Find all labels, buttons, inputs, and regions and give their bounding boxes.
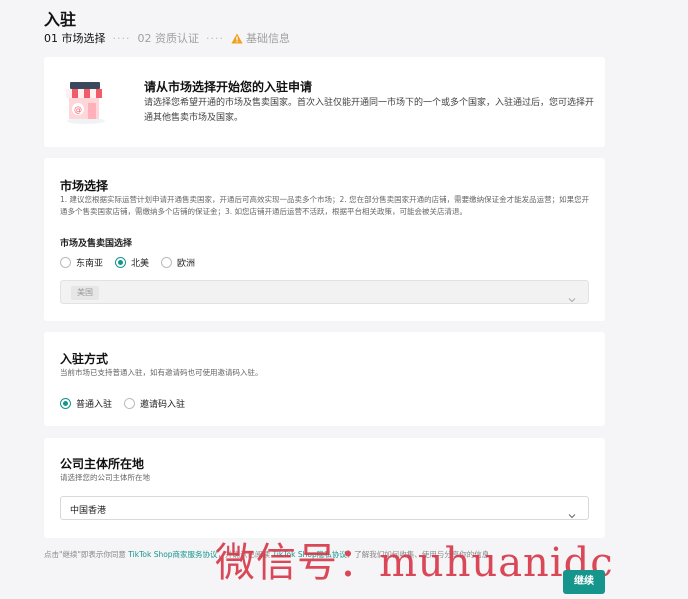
page: 入驻 01 市场选择 ···· 02 资质认证 ···· 基础信息 @ 请从市场… [0,0,688,599]
market-card: 市场选择 1. 建议您根据实际运营计划申请开通售卖国家，开通后可高效实现一品卖多… [44,158,605,321]
radio-circle-selected[interactable] [60,398,71,409]
radio-circle-selected[interactable] [115,257,127,268]
warning-icon [231,33,243,44]
company-description: 请选择您的公司主体所在地 [60,473,150,482]
intro-description: 请选择您希望开通的市场及售卖国家。首次入驻仅能开通同一市场下的一个或多个国家，入… [144,98,595,123]
country-select: 美国 [60,280,589,304]
radio-label: 邀请码入驻 [140,400,186,410]
country-tag: 美国 [71,286,99,300]
market-description: 1. 建议您根据实际运营计划申请开通售卖国家，开通后可高效实现一品卖多个市场；2… [60,195,590,216]
page-header: 入驻 [44,6,76,30]
radio-circle[interactable] [60,257,71,268]
radio-circle[interactable] [161,257,173,268]
chevron-down-icon [568,289,576,303]
watermark-text: 微信号：muhuanidc [215,540,614,586]
page-title: 入驻 [44,10,77,29]
step-basic-info: 基础信息 [246,32,290,45]
storefront-icon: @ [64,79,108,125]
step-market: 01 市场选择 [44,32,106,45]
radio-invite-code-entry[interactable]: 邀请码入驻 [124,397,185,410]
entry-title: 入驻方式 [60,352,109,366]
step-separator: ···· [206,31,224,45]
intro-card: @ 请从市场选择开始您的入驻申请 请选择您希望开通的市场及售卖国家。首次入驻仅能… [44,57,605,147]
stepper: 01 市场选择 ···· 02 资质认证 ···· 基础信息 [44,30,290,46]
market-title: 市场选择 [60,179,109,193]
intro-title: 请从市场选择开始您的入驻申请 [144,80,313,94]
radio-label: 欧洲 [177,259,196,269]
company-location-value: 中国香港 [70,506,107,516]
svg-text:@: @ [74,105,82,114]
radio-label: 东南亚 [76,259,104,269]
market-radio-group: 东南亚 北美 欧洲 [60,256,207,269]
step-separator: ···· [112,31,131,45]
radio-europe[interactable]: 欧洲 [161,256,195,269]
company-card: 公司主体所在地 请选择您的公司主体所在地 中国香港 [44,438,605,538]
company-location-select[interactable]: 中国香港 [60,496,589,520]
entry-card: 入驻方式 当前市场已支持普通入驻，如有邀请码也可使用邀请码入驻。 普通入驻 邀请… [44,332,605,426]
step-qualification: 02 资质认证 [137,32,200,45]
market-subtitle: 市场及售卖国选择 [60,239,133,249]
agreement-prefix: 点击"继续"即表示你同意 [44,550,129,559]
radio-standard-entry[interactable]: 普通入驻 [60,397,112,410]
radio-label: 普通入驻 [76,400,113,410]
entry-radio-group: 普通入驻 邀请码入驻 [60,397,197,410]
company-title: 公司主体所在地 [60,457,145,471]
radio-north-america[interactable]: 北美 [115,256,149,269]
entry-description: 当前市场已支持普通入驻，如有邀请码也可使用邀请码入驻。 [60,368,263,377]
continue-button[interactable]: 继续 [563,570,605,594]
radio-circle[interactable] [124,398,136,409]
merchant-agreement-link[interactable]: TikTok Shop商家服务协议 [128,550,217,559]
chevron-down-icon [568,505,576,519]
radio-southeast-asia[interactable]: 东南亚 [60,256,103,269]
radio-label: 北美 [131,259,150,269]
